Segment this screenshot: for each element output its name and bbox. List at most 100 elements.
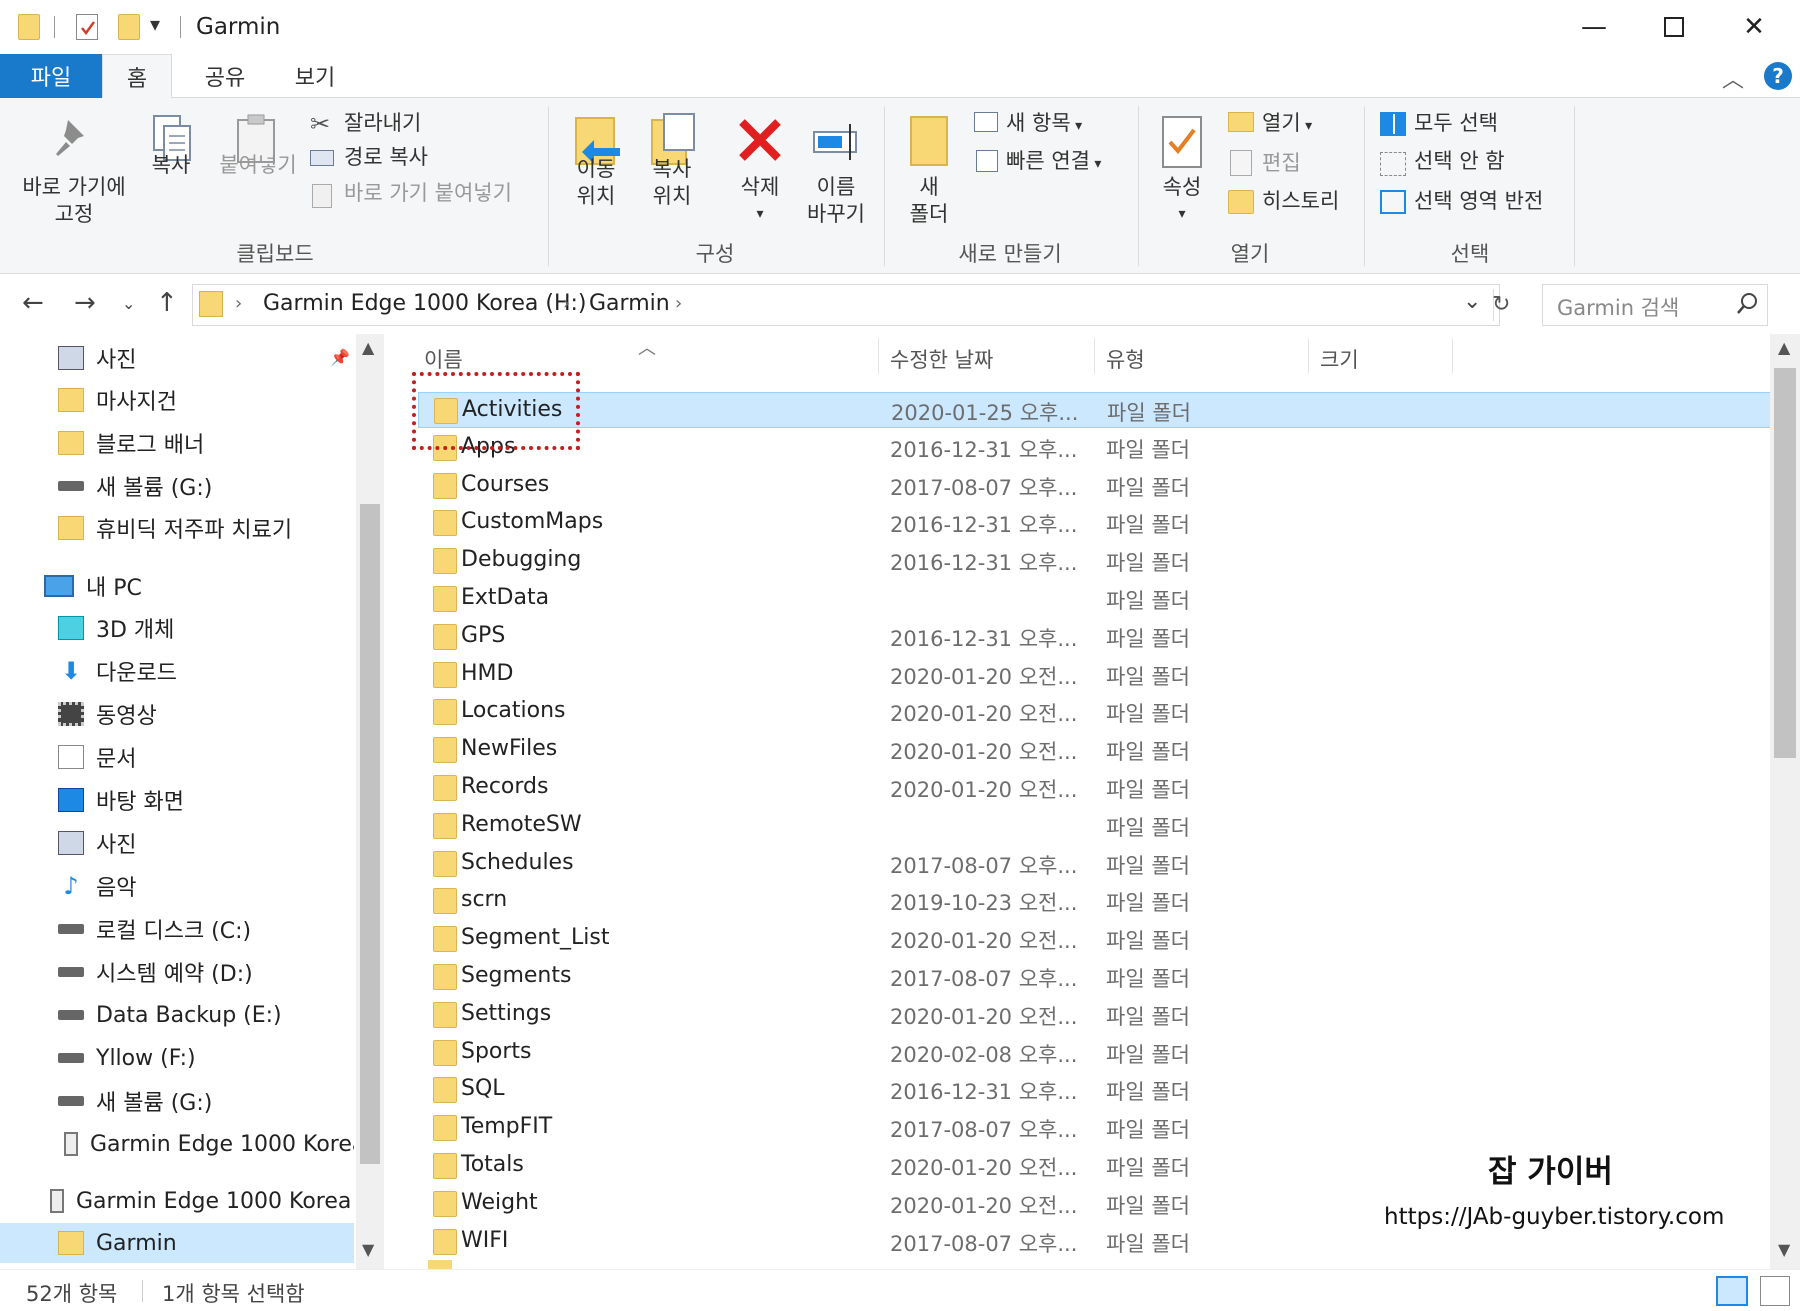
paste-shortcut-button[interactable]: 바로 가기 붙여넣기 bbox=[344, 180, 512, 207]
nav-item-drive[interactable]: 새 볼륨 (G:) bbox=[58, 466, 212, 506]
new-item-button[interactable]: 새 항목 ▾ bbox=[1006, 110, 1082, 140]
file-row[interactable]: Segments 2017-08-07 오후... 파일 폴더 bbox=[418, 959, 1770, 995]
new-folder-qat-icon[interactable] bbox=[118, 14, 140, 40]
edit-button[interactable]: 편집 bbox=[1262, 150, 1301, 177]
up-button[interactable]: ↑ bbox=[156, 288, 178, 318]
cut-button[interactable]: 잘라내기 bbox=[344, 110, 421, 137]
forward-button[interactable]: → bbox=[74, 288, 96, 318]
refresh-icon[interactable]: ↻ bbox=[1492, 292, 1510, 317]
nav-item-drive-g[interactable]: 새 볼륨 (G:) bbox=[58, 1081, 212, 1121]
file-row[interactable]: Apps 2016-12-31 오후... 파일 폴더 bbox=[418, 430, 1770, 466]
scroll-up-icon[interactable]: ▲ bbox=[362, 338, 374, 357]
qat-dropdown-icon[interactable]: ▾ bbox=[150, 12, 160, 36]
column-header-name[interactable]: 이름 bbox=[424, 344, 463, 374]
nav-item-pictures[interactable]: 사진 bbox=[58, 338, 136, 378]
nav-item-garmin-selected[interactable]: Garmin bbox=[0, 1223, 354, 1263]
nav-scrollbar[interactable]: ▲ ▼ bbox=[356, 334, 384, 1269]
copy-to-button[interactable]: 복사 위치 bbox=[636, 156, 708, 210]
breadcrumb-chevron-icon[interactable]: › bbox=[235, 293, 242, 314]
recent-locations-icon[interactable]: ⌄ bbox=[122, 294, 135, 313]
file-row[interactable]: Locations 2020-01-20 오전... 파일 폴더 bbox=[418, 694, 1770, 730]
file-row[interactable]: RemoteSW 파일 폴더 bbox=[418, 808, 1770, 844]
invert-selection-button[interactable]: 선택 영역 반전 bbox=[1414, 188, 1543, 215]
history-button[interactable]: 히스토리 bbox=[1262, 188, 1339, 215]
tab-view[interactable]: 보기 bbox=[280, 54, 350, 98]
nav-item-downloads[interactable]: ⬇ 다운로드 bbox=[58, 651, 177, 691]
column-divider[interactable] bbox=[1094, 338, 1095, 374]
list-scroll-thumb[interactable] bbox=[1774, 368, 1796, 758]
search-icon[interactable] bbox=[1735, 291, 1759, 321]
scroll-up-icon[interactable]: ▲ bbox=[1778, 338, 1790, 357]
nav-item-pictures[interactable]: 사진 bbox=[58, 823, 136, 863]
pin-icon[interactable]: 📌 bbox=[330, 348, 350, 367]
properties-button[interactable]: 속성 ▾ bbox=[1152, 174, 1212, 228]
scroll-down-icon[interactable]: ▼ bbox=[362, 1240, 374, 1259]
address-dropdown-icon[interactable]: ⌄ bbox=[1463, 289, 1481, 314]
nav-item-drive-d[interactable]: 시스템 예약 (D:) bbox=[58, 952, 253, 992]
easy-access-button[interactable]: 빠른 연결 ▾ bbox=[1006, 148, 1101, 178]
column-header-size[interactable]: 크기 bbox=[1320, 344, 1359, 374]
list-scrollbar[interactable]: ▲ ▼ bbox=[1770, 334, 1800, 1269]
column-divider[interactable] bbox=[1308, 338, 1309, 374]
file-row[interactable]: HMD 2020-01-20 오전... 파일 폴더 bbox=[418, 657, 1770, 693]
nav-item-documents[interactable]: 문서 bbox=[58, 737, 136, 777]
column-header-date[interactable]: 수정한 날짜 bbox=[890, 344, 993, 374]
file-row[interactable]: Activities 2020-01-25 오후... 파일 폴더 bbox=[418, 392, 1770, 428]
file-row[interactable]: Debugging 2016-12-31 오후... 파일 폴더 bbox=[418, 543, 1770, 579]
file-row[interactable]: Courses 2017-08-07 오후... 파일 폴더 bbox=[418, 468, 1770, 504]
file-row[interactable]: NewFiles 2020-01-20 오전... 파일 폴더 bbox=[418, 732, 1770, 768]
delete-button[interactable]: 삭제 ▾ bbox=[724, 174, 796, 228]
open-button[interactable]: 열기 ▾ bbox=[1262, 110, 1312, 140]
help-icon[interactable]: ? bbox=[1764, 62, 1792, 90]
nav-item-drive-f[interactable]: Yllow (F:) bbox=[58, 1038, 196, 1078]
minimize-button[interactable]: — bbox=[1564, 6, 1624, 48]
address-bar[interactable]: › Garmin Edge 1000 Korea (H:) › Garmin ›… bbox=[192, 284, 1500, 326]
nav-scroll-thumb[interactable] bbox=[360, 504, 380, 1164]
nav-item-usb-drive[interactable]: Garmin Edge 1000 Korea ( bbox=[58, 1124, 354, 1164]
scroll-down-icon[interactable]: ▼ bbox=[1778, 1240, 1790, 1259]
nav-item-folder[interactable]: 휴비딕 저주파 치료기 bbox=[58, 508, 292, 548]
file-row[interactable]: scrn 2019-10-23 오전... 파일 폴더 bbox=[418, 883, 1770, 919]
file-row[interactable]: Sports 2020-02-08 오후... 파일 폴더 bbox=[418, 1035, 1770, 1071]
nav-item-usb-drive-h[interactable]: Garmin Edge 1000 Korea (H bbox=[44, 1181, 354, 1221]
pin-to-quick-access-button[interactable]: 바로 가기에 고정 bbox=[12, 174, 136, 228]
nav-item-videos[interactable]: 동영상 bbox=[58, 694, 157, 734]
breadcrumb-chevron-icon[interactable]: › bbox=[563, 293, 570, 314]
file-row[interactable]: Settings 2020-01-20 오전... 파일 폴더 bbox=[418, 997, 1770, 1033]
nav-item-folder[interactable]: 마사지건 bbox=[58, 380, 177, 420]
nav-item-desktop[interactable]: 바탕 화면 bbox=[58, 780, 184, 820]
nav-item-this-pc[interactable]: 내 PC bbox=[44, 566, 142, 606]
breadcrumb-chevron-icon[interactable]: › bbox=[675, 293, 682, 314]
nav-item-drive-c[interactable]: 로컬 디스크 (C:) bbox=[58, 909, 251, 949]
select-all-button[interactable]: 모두 선택 bbox=[1414, 110, 1498, 137]
breadcrumb-folder[interactable]: Garmin bbox=[589, 291, 670, 316]
file-row[interactable]: Segment_List 2020-01-20 오전... 파일 폴더 bbox=[418, 921, 1770, 957]
close-button[interactable]: ✕ bbox=[1724, 6, 1784, 48]
tab-file[interactable]: 파일 bbox=[0, 54, 102, 98]
nav-item-3d-objects[interactable]: 3D 개체 bbox=[58, 608, 174, 648]
new-folder-button[interactable]: 새 폴더 bbox=[896, 174, 962, 228]
file-row[interactable]: Records 2020-01-20 오전... 파일 폴더 bbox=[418, 770, 1770, 806]
search-input[interactable]: Garmin 검색 bbox=[1557, 292, 1679, 322]
tab-home[interactable]: 홈 bbox=[102, 54, 172, 99]
properties-qat-icon[interactable] bbox=[76, 14, 98, 40]
select-none-button[interactable]: 선택 안 함 bbox=[1414, 148, 1505, 175]
collapse-ribbon-icon[interactable]: ︿ bbox=[1722, 62, 1744, 94]
column-header-type[interactable]: 유형 bbox=[1106, 344, 1145, 374]
copy-path-button[interactable]: 경로 복사 bbox=[344, 144, 428, 171]
file-row[interactable]: CustomMaps 2016-12-31 오후... 파일 폴더 bbox=[418, 505, 1770, 541]
breadcrumb-drive[interactable]: Garmin Edge 1000 Korea (H:) bbox=[263, 291, 587, 316]
move-to-button[interactable]: 이동 위치 bbox=[560, 156, 632, 210]
file-row[interactable]: SQL 2016-12-31 오후... 파일 폴더 bbox=[418, 1072, 1770, 1108]
file-row[interactable]: ExtData 파일 폴더 bbox=[418, 581, 1770, 617]
tab-share[interactable]: 공유 bbox=[190, 54, 260, 98]
nav-item-drive-e[interactable]: Data Backup (E:) bbox=[58, 995, 282, 1035]
copy-button[interactable]: 복사 bbox=[146, 152, 196, 179]
paste-button[interactable]: 붙여넣기 bbox=[212, 152, 304, 179]
file-row[interactable]: GPS 2016-12-31 오후... 파일 폴더 bbox=[418, 619, 1770, 655]
details-view-button[interactable] bbox=[1716, 1276, 1748, 1306]
file-row[interactable]: Schedules 2017-08-07 오후... 파일 폴더 bbox=[418, 846, 1770, 882]
back-button[interactable]: ← bbox=[22, 288, 44, 318]
nav-item-folder[interactable]: 블로그 배너 bbox=[58, 423, 204, 463]
maximize-button[interactable] bbox=[1644, 6, 1704, 48]
